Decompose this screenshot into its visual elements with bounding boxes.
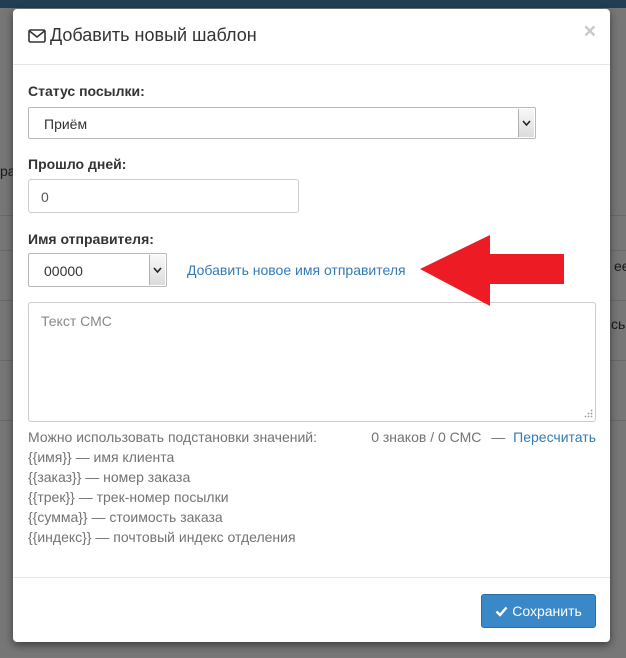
chevron-down-icon [518, 109, 534, 137]
sms-text-input[interactable]: Текст СМС [28, 302, 596, 422]
sms-counter-text: 0 знаков / 0 СМС [371, 429, 482, 445]
counter-separator: — [491, 429, 506, 445]
sender-select[interactable]: 00000 [28, 253, 167, 287]
resize-grip-icon[interactable] [583, 409, 593, 419]
help-line: {{заказ}} — номер заказа [28, 469, 191, 485]
help-line: {{индекс}} — почтовый индекс отделения [28, 529, 296, 545]
save-button-label: Сохранить [512, 603, 582, 619]
background-text-fragment: сь [611, 316, 626, 332]
add-template-modal: Добавить новый шаблон × Статус посылки: … [13, 9, 610, 642]
sms-text-placeholder: Текст СМС [41, 313, 112, 329]
days-label: Прошло дней: [28, 156, 127, 172]
sms-counter: 0 знаков / 0 СМС — Пересчитать [371, 429, 596, 445]
help-line: {{имя}} — имя клиента [28, 449, 175, 465]
modal-title-text: Добавить новый шаблон [50, 25, 257, 45]
add-sender-name-link[interactable]: Добавить новое имя отправителя [187, 262, 406, 278]
background-text-fragment: ее [614, 258, 626, 274]
help-line: {{сумма}} — стоимость заказа [28, 509, 223, 525]
status-select-value: Приём [44, 116, 88, 132]
modal-header: Добавить новый шаблон × [13, 9, 610, 65]
help-line: {{трек}} — трек-номер посылки [28, 489, 229, 505]
check-icon [495, 606, 508, 617]
help-intro: Можно использовать подстановки значений: [28, 429, 317, 445]
days-input-value: 0 [41, 189, 49, 205]
annotation-arrow-icon [420, 235, 564, 306]
sender-select-value: 00000 [44, 263, 83, 279]
envelope-icon [28, 28, 46, 43]
background-top-bar [0, 0, 626, 8]
status-label: Статус посылки: [28, 83, 145, 99]
modal-title: Добавить новый шаблон [28, 25, 257, 46]
chevron-down-icon [149, 255, 165, 285]
days-input[interactable]: 0 [28, 179, 299, 213]
status-select[interactable]: Приём [28, 107, 536, 139]
recalculate-link[interactable]: Пересчитать [513, 429, 596, 445]
close-button[interactable]: × [584, 21, 596, 42]
modal-footer: Сохранить [13, 577, 610, 643]
sender-label: Имя отправителя: [28, 231, 154, 247]
save-button[interactable]: Сохранить [481, 594, 596, 628]
